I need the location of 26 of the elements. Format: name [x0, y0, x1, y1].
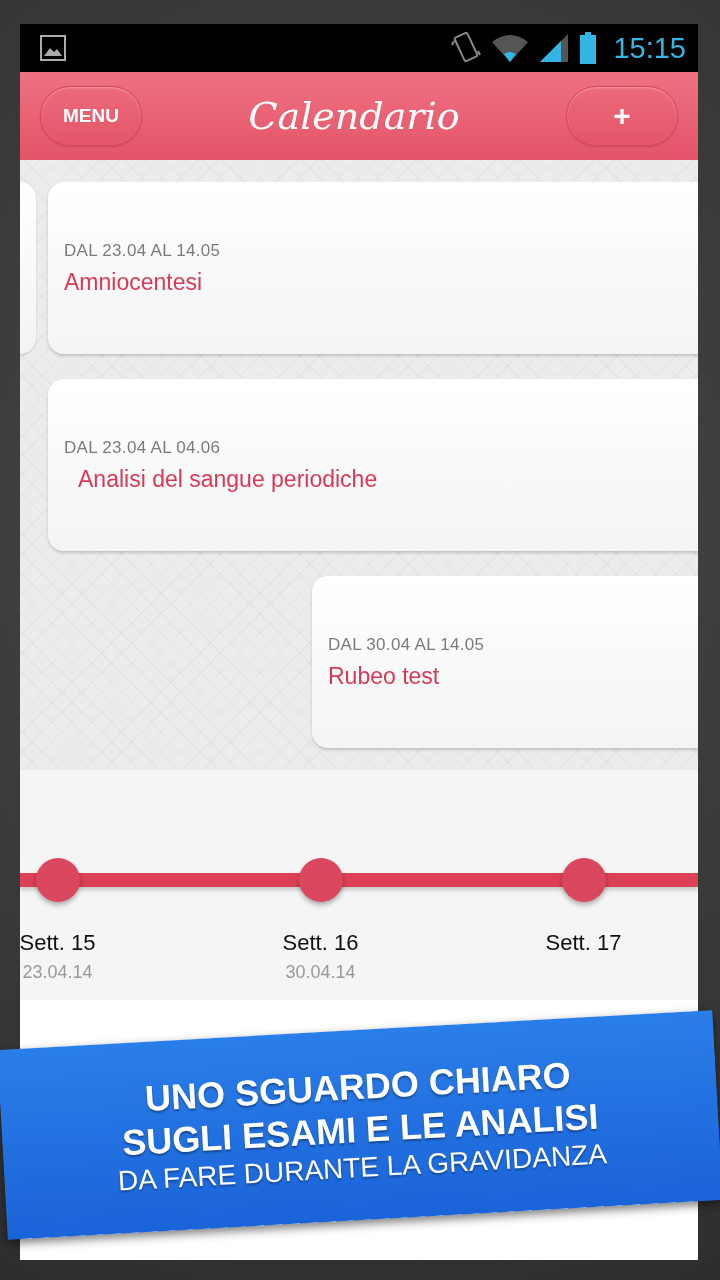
battery-icon — [579, 32, 598, 64]
week-label: Sett. 17 — [545, 930, 622, 956]
week-date: 23.04.14 — [22, 962, 93, 983]
wifi-icon — [491, 33, 530, 63]
event-date-range: DAL 30.04 AL 14.05 — [328, 634, 486, 655]
add-button[interactable]: + — [566, 86, 678, 146]
week-date: 30.04.14 — [285, 962, 356, 983]
event-title: Amniocentesi — [64, 268, 204, 296]
signal-icon — [539, 33, 570, 63]
event-title: Analisi del sangue periodiche — [77, 465, 379, 493]
event-date-range: DAL 23.04 AL 14.05 — [64, 240, 222, 261]
timeline-dot[interactable] — [35, 858, 80, 902]
week-label: Sett. 15 — [20, 930, 96, 956]
vibrate-icon — [451, 31, 482, 65]
event-card[interactable]: DAL 23.04 AL 14.05 Amniocentesi — [48, 182, 698, 354]
timeline-dot[interactable] — [561, 858, 606, 902]
timeline-dot[interactable] — [298, 858, 343, 902]
image-icon — [40, 35, 66, 61]
screen-title: Calendario — [248, 94, 460, 138]
event-card[interactable]: DAL 23.04 AL 04.06 Analisi del sangue periodiche — [48, 379, 698, 551]
status-time: 15:15 — [613, 31, 686, 65]
event-card[interactable]: DAL 30.04 AL 14.05 Rubeo test — [312, 576, 698, 748]
event-date-range: DAL 23.04 AL 04.06 — [64, 437, 222, 458]
event-title: Rubeo test — [328, 662, 441, 690]
menu-button[interactable]: MENU — [40, 86, 142, 146]
week-label: Sett. 16 — [282, 930, 359, 956]
